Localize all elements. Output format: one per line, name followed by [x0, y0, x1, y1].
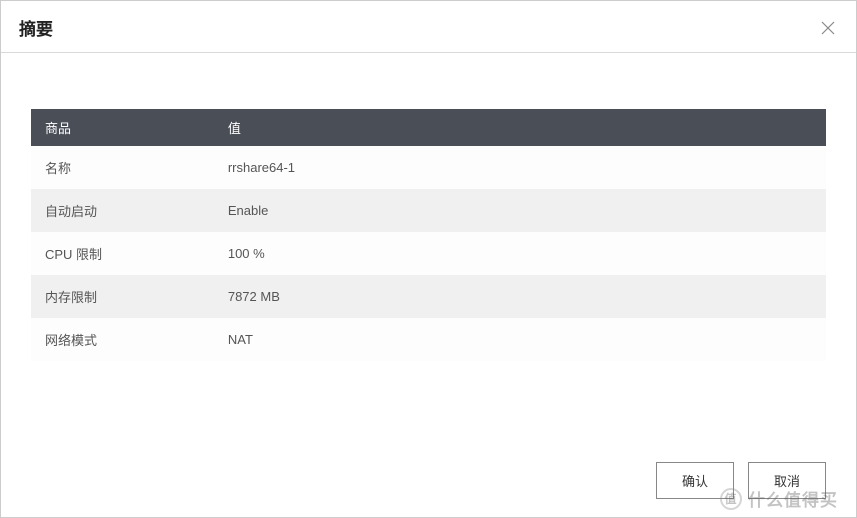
dialog-body: 商品 值 名称 rrshare64-1 自动启动 Enable CPU 限制 1…	[1, 53, 856, 448]
table-row: 内存限制 7872 MB	[31, 275, 826, 318]
cancel-button[interactable]: 取消	[748, 462, 826, 499]
row-value: NAT	[214, 318, 826, 361]
row-value: rrshare64-1	[214, 146, 826, 189]
table-row: CPU 限制 100 %	[31, 232, 826, 275]
close-icon[interactable]	[818, 18, 838, 38]
summary-table: 商品 值 名称 rrshare64-1 自动启动 Enable CPU 限制 1…	[31, 109, 826, 361]
row-label: 内存限制	[31, 275, 214, 318]
dialog-header: 摘要	[1, 1, 856, 53]
row-label: 网络模式	[31, 318, 214, 361]
table-row: 网络模式 NAT	[31, 318, 826, 361]
dialog-title: 摘要	[19, 15, 53, 40]
ok-button[interactable]: 确认	[656, 462, 734, 499]
row-value: 100 %	[214, 232, 826, 275]
table-header-value: 值	[214, 109, 826, 146]
dialog-footer: 确认 取消	[1, 448, 856, 517]
table-row: 自动启动 Enable	[31, 189, 826, 232]
summary-dialog: 摘要 商品 值 名称 rrshare64-1 自动启动 Enable	[0, 0, 857, 518]
row-label: 自动启动	[31, 189, 214, 232]
table-header-row: 商品 值	[31, 109, 826, 146]
row-label: CPU 限制	[31, 232, 214, 275]
row-label: 名称	[31, 146, 214, 189]
table-header-product: 商品	[31, 109, 214, 146]
table-row: 名称 rrshare64-1	[31, 146, 826, 189]
row-value: 7872 MB	[214, 275, 826, 318]
row-value: Enable	[214, 189, 826, 232]
